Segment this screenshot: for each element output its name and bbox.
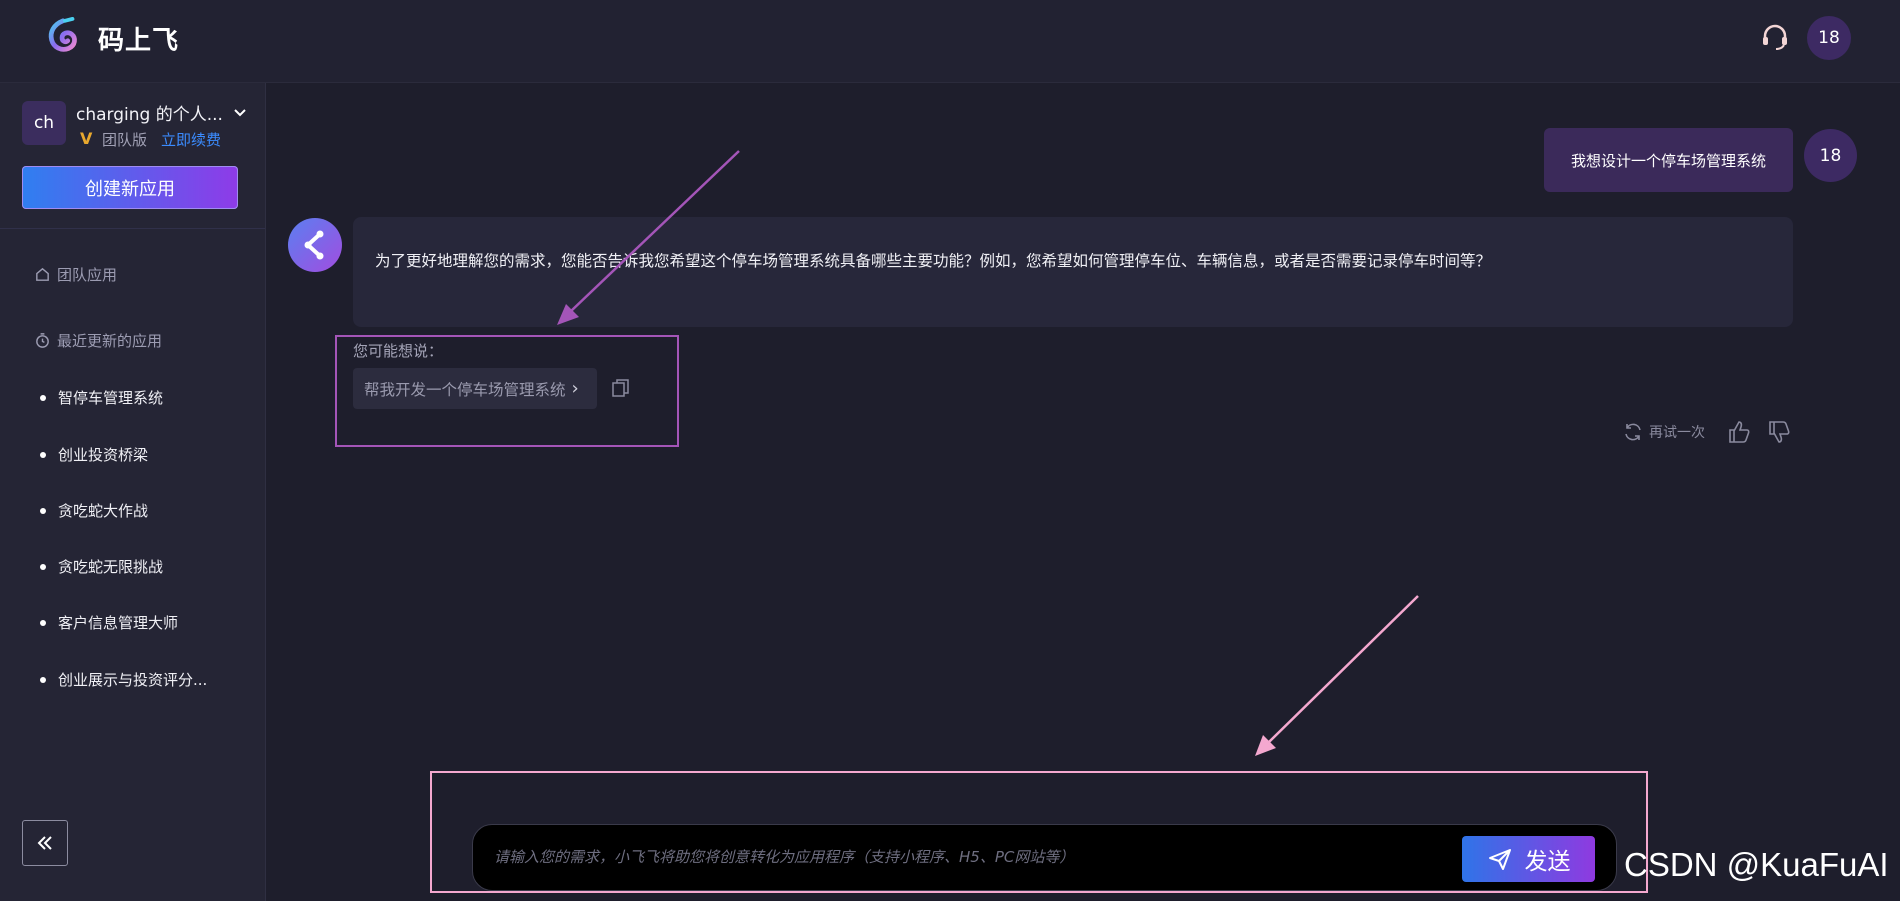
send-button[interactable]: 发送 bbox=[1462, 836, 1595, 882]
thumbs-up-icon[interactable] bbox=[1726, 419, 1752, 445]
sidebar-item-label: 团队应用 bbox=[57, 266, 118, 284]
recent-app-label: 贪吃蛇无限挑战 bbox=[58, 558, 164, 576]
suggestion-text: 帮我开发一个停车场管理系统 bbox=[364, 380, 566, 399]
bullet-dot bbox=[40, 563, 46, 570]
send-label: 发送 bbox=[1524, 849, 1571, 875]
headset-icon[interactable] bbox=[1760, 22, 1790, 52]
workspace-plan: 团队版 bbox=[102, 131, 148, 149]
clock-icon bbox=[36, 333, 49, 348]
recent-app-label: 贪吃蛇大作战 bbox=[58, 502, 149, 520]
copy-icon[interactable] bbox=[611, 378, 631, 398]
bot-avatar-icon bbox=[288, 218, 342, 272]
sidebar: ch charging 的个人... V 团队版 立即续费 创建新应用 团队应用… bbox=[0, 83, 266, 901]
sidebar-section-label: 最近更新的应用 bbox=[57, 332, 163, 350]
workspace-avatar[interactable]: ch bbox=[22, 101, 66, 145]
workspace-name[interactable]: charging 的个人... bbox=[76, 100, 223, 125]
bullet-dot bbox=[40, 451, 46, 458]
bot-message-bubble: 为了更好地理解您的需求，您能否告诉我您希望这个停车场管理系统具备哪些主要功能？例… bbox=[353, 217, 1793, 327]
recent-app-item[interactable]: 客户信息管理大师 bbox=[40, 612, 178, 633]
double-chevron-left-icon bbox=[37, 836, 52, 850]
sidebar-section-recent: 最近更新的应用 bbox=[34, 330, 162, 351]
bullet-dot bbox=[40, 394, 46, 401]
suggestion-chip[interactable]: 帮我开发一个停车场管理系统 › bbox=[353, 368, 597, 409]
thumbs-down-icon[interactable] bbox=[1766, 419, 1792, 445]
chevron-down-icon[interactable] bbox=[232, 105, 248, 121]
renew-link[interactable]: 立即续费 bbox=[161, 129, 221, 150]
user-message-bubble: 我想设计一个停车场管理系统 bbox=[1544, 128, 1793, 192]
send-icon bbox=[1488, 849, 1511, 870]
suggestion-label: 您可能想说： bbox=[353, 342, 444, 360]
retry-button[interactable]: 再试一次 bbox=[1622, 421, 1705, 443]
recent-app-label: 智停车管理系统 bbox=[58, 389, 164, 407]
prompt-input[interactable] bbox=[492, 844, 1456, 870]
recent-app-label: 客户信息管理大师 bbox=[58, 614, 179, 632]
create-app-button[interactable]: 创建新应用 bbox=[22, 166, 238, 209]
brand-name[interactable]: 码上飞 bbox=[98, 20, 179, 57]
recent-app-item[interactable]: 智停车管理系统 bbox=[40, 387, 163, 408]
refresh-icon bbox=[1625, 423, 1641, 441]
user-avatar[interactable]: 18 bbox=[1807, 16, 1851, 60]
watermark: CSDN @KuaFuAI bbox=[1624, 846, 1889, 883]
bullet-dot bbox=[40, 507, 46, 514]
bullet-dot bbox=[40, 676, 46, 683]
recent-app-item[interactable]: 贪吃蛇大作战 bbox=[40, 500, 148, 521]
user-message-avatar: 18 bbox=[1804, 129, 1857, 182]
brand-logo-icon[interactable] bbox=[44, 17, 82, 55]
recent-app-label: 创业投资桥梁 bbox=[58, 446, 149, 464]
home-icon bbox=[36, 267, 49, 281]
top-header: 码上飞 18 bbox=[0, 0, 1900, 83]
retry-label: 再试一次 bbox=[1649, 425, 1705, 441]
sidebar-divider bbox=[0, 228, 265, 229]
plan-badge-icon: V bbox=[80, 129, 93, 148]
chevron-right-icon: › bbox=[571, 378, 579, 399]
recent-app-item[interactable]: 贪吃蛇无限挑战 bbox=[40, 556, 163, 577]
annotation-arrow-pink bbox=[1255, 595, 1419, 756]
recent-app-item[interactable]: 创业投资桥梁 bbox=[40, 444, 148, 465]
bullet-dot bbox=[40, 619, 46, 626]
collapse-sidebar-button[interactable] bbox=[22, 820, 68, 866]
sidebar-item-team-apps[interactable]: 团队应用 bbox=[34, 264, 117, 285]
recent-app-item[interactable]: 创业展示与投资评分... bbox=[40, 669, 207, 690]
bot-message-text: 为了更好地理解您的需求，您能否告诉我您希望这个停车场管理系统具备哪些主要功能？例… bbox=[375, 252, 1492, 270]
recent-app-label: 创业展示与投资评分... bbox=[58, 671, 208, 689]
